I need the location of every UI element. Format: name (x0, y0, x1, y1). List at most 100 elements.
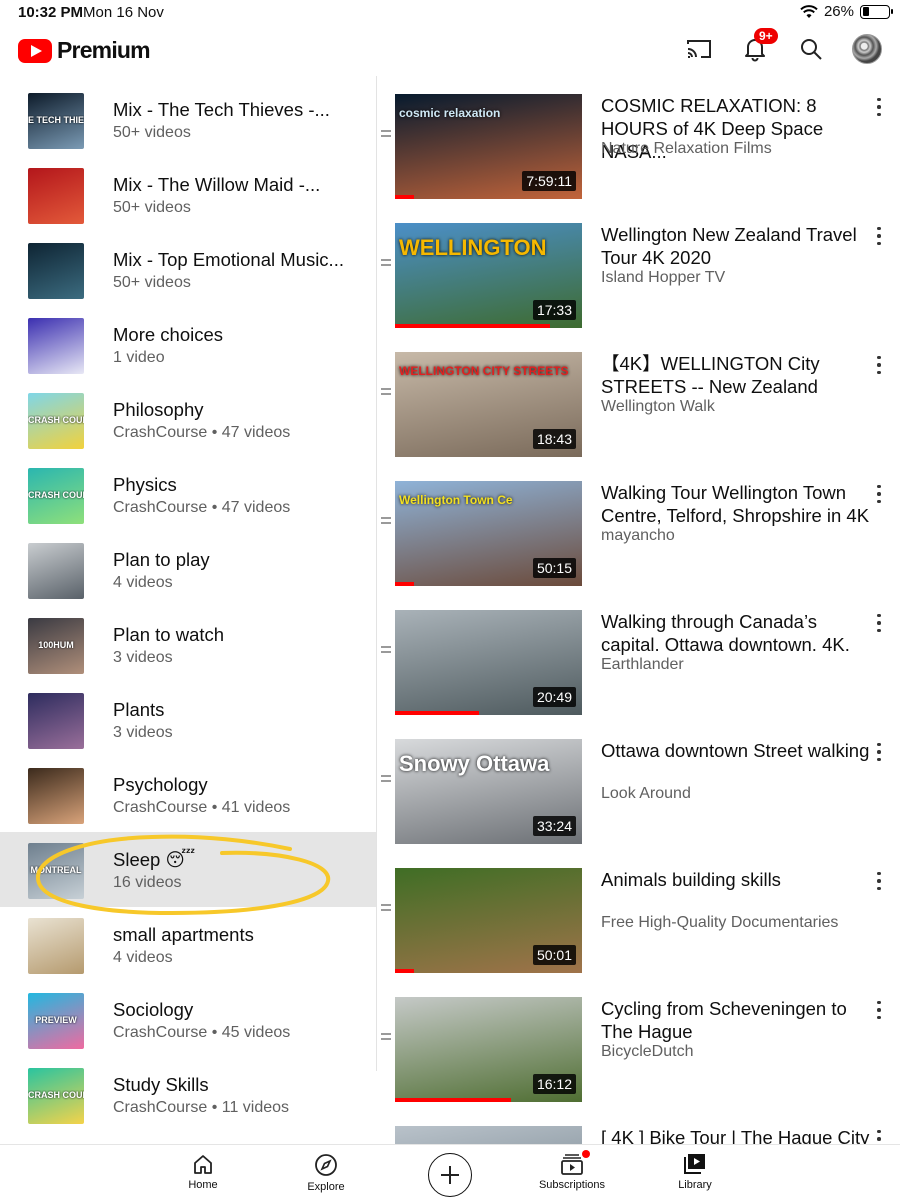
playlist-video-row[interactable]: [ 4K ] Bike Tour | The Hague City (377, 1114, 900, 1144)
video-thumbnail[interactable]: WELLINGTON 17:33 (395, 223, 582, 328)
playlist-item[interactable]: Plan to play 4 videos (0, 532, 376, 607)
search-button[interactable] (796, 34, 826, 64)
playlist-item[interactable]: CRASH COURS Physics CrashCourse • 47 video… (0, 457, 376, 532)
more-options-icon[interactable] (873, 999, 885, 1021)
video-duration: 18:43 (532, 429, 576, 449)
playlist-video-row[interactable]: WELLINGTON 17:33 Wellington New Zealand Tr… (377, 211, 900, 339)
playlist-list: E TECH THIEV Mix - The Tech Thieves -... 5… (0, 82, 376, 1144)
playlist-item[interactable]: More choices 1 video (0, 307, 376, 382)
video-thumbnail[interactable]: 16:12 (395, 997, 582, 1102)
playlist-title: Plan to play (113, 549, 210, 570)
drag-handle-icon[interactable] (381, 130, 391, 137)
nav-home-label: Home (188, 1179, 218, 1191)
video-channel: BicycleDutch (601, 1043, 694, 1060)
nav-explore[interactable]: Explore (276, 1153, 376, 1193)
playlist-thumbnail: E TECH THIEV (28, 93, 84, 149)
more-options-icon[interactable] (873, 741, 885, 763)
playlist-item[interactable]: PREVIEW Sociology CrashCourse • 45 videos (0, 982, 376, 1057)
video-title: Ottawa downtown Street walking (601, 740, 870, 761)
video-duration: 50:01 (532, 945, 576, 965)
playlist-thumbnail-text: CRASH COURSE (28, 1090, 84, 1100)
video-thumbnail[interactable]: 50:01 (395, 868, 582, 973)
playlist-subtitle: 16 videos (113, 874, 182, 891)
watch-progress-bar (395, 324, 551, 328)
more-options-icon[interactable] (873, 96, 885, 118)
playlist-video-row[interactable]: Wellington Town Ce 50:15 Walking Tour Well… (377, 469, 900, 597)
video-duration: 33:24 (532, 816, 576, 836)
video-title: [ 4K ] Bike Tour | The Hague City (601, 1127, 870, 1144)
video-title: Wellington New Zealand Travel Tour 4K 20… (601, 224, 857, 268)
video-thumbnail[interactable]: 20:49 (395, 610, 582, 715)
nav-home[interactable]: Home (153, 1153, 253, 1191)
drag-handle-icon[interactable] (381, 775, 391, 782)
notifications-button[interactable]: 9+ (740, 28, 778, 64)
home-icon (194, 1155, 212, 1174)
playlist-title: More choices (113, 324, 224, 345)
playlist-title: Mix - Top Emotional Music... (113, 249, 344, 270)
library-icon (684, 1154, 705, 1174)
video-channel: mayancho (601, 527, 675, 544)
playlist-item[interactable]: Psychology CrashCourse • 41 videos (0, 757, 376, 832)
drag-handle-icon[interactable] (381, 259, 391, 266)
more-options-icon[interactable] (873, 612, 885, 634)
thumbnail-overlay-text: WELLINGTON (399, 235, 547, 260)
playlist-thumbnail (28, 918, 84, 974)
nav-subscriptions[interactable]: Subscriptions (522, 1150, 622, 1191)
playlist-item[interactable]: E TECH THIEV Mix - The Tech Thieves -... 5… (0, 82, 376, 157)
playlist-title: Sleep 😴 (113, 849, 196, 870)
video-thumbnail[interactable] (395, 1126, 582, 1144)
more-options-icon[interactable] (873, 483, 885, 505)
more-options-icon[interactable] (873, 225, 885, 247)
video-thumbnail[interactable]: WELLINGTON CITY STREETS 18:43 (395, 352, 582, 457)
playlist-item[interactable]: MONTREAL Sleep 😴 16 videos (0, 832, 376, 907)
plus-icon (441, 1166, 459, 1184)
drag-handle-icon[interactable] (381, 388, 391, 395)
playlist-subtitle: CrashCourse • 45 videos (113, 1024, 291, 1041)
drag-handle-icon[interactable] (381, 517, 391, 524)
playlist-item[interactable]: 100HUM Plan to watch 3 videos (0, 607, 376, 682)
status-time: 10:32 PM (18, 4, 84, 21)
playlist-video-row[interactable]: Snowy Ottawa 33:24 Ottawa downtown Street … (377, 727, 900, 855)
video-channel: Island Hopper TV (601, 269, 726, 286)
youtube-play-logo-icon (18, 38, 52, 63)
video-title: Walking through Canada’s capital. Ottawa… (601, 611, 850, 655)
video-channel: Look Around (601, 785, 691, 802)
playlist-video-row[interactable]: 16:12 Cycling from Scheveningen to The Ha… (377, 985, 900, 1113)
thumbnail-overlay-text: WELLINGTON CITY STREETS (399, 364, 569, 378)
compass-icon (315, 1154, 337, 1176)
youtube-premium-logo[interactable]: Premium (18, 37, 151, 64)
nav-create-button[interactable] (428, 1153, 472, 1197)
playlist-item[interactable]: Plants 3 videos (0, 682, 376, 757)
video-thumbnail[interactable]: cosmic relaxation 7:59:11 (395, 94, 582, 199)
playlist-video-row[interactable]: WELLINGTON CITY STREETS 18:43 【4K】WELLINGT… (377, 340, 900, 468)
playlist-item[interactable]: Mix - Top Emotional Music... 50+ videos (0, 232, 376, 307)
more-options-icon[interactable] (873, 870, 885, 892)
account-avatar[interactable] (852, 34, 882, 64)
playlist-item[interactable]: CRASH COURSE Study Skills CrashCourse • 11… (0, 1057, 376, 1132)
drag-handle-icon[interactable] (381, 646, 391, 653)
video-thumbnail[interactable]: Snowy Ottawa 33:24 (395, 739, 582, 844)
playlist-video-row[interactable]: 50:01 Animals building skills Free High-Qu… (377, 856, 900, 984)
playlist-item[interactable]: small apartments 4 videos (0, 907, 376, 982)
nav-library-label: Library (678, 1179, 712, 1191)
playlist-thumbnail-text: E TECH THIEV (28, 115, 84, 125)
drag-handle-icon[interactable] (381, 904, 391, 911)
cast-button[interactable] (684, 34, 714, 64)
playlist-thumbnail (28, 243, 84, 299)
playlist-thumbnail (28, 168, 84, 224)
playlist-item[interactable]: Mix - The Willow Maid -... 50+ videos (0, 157, 376, 232)
playlist-title: Psychology (113, 774, 208, 795)
nav-library[interactable]: Library (645, 1153, 745, 1191)
more-options-icon[interactable] (873, 1128, 885, 1144)
subscriptions-icon (561, 1154, 583, 1175)
playlist-thumbnail-text: 100HUM (38, 640, 74, 650)
video-duration: 16:12 (532, 1074, 576, 1094)
more-options-icon[interactable] (873, 354, 885, 376)
playlist-video-row[interactable]: 20:49 Walking through Canada’s capital. O… (377, 598, 900, 726)
playlist-item[interactable]: CRASH COURSE Philosophy CrashCourse • 47 v… (0, 382, 376, 457)
playlist-video-row[interactable]: cosmic relaxation 7:59:11 COSMIC RELAXATIO… (377, 82, 900, 210)
video-thumbnail[interactable]: Wellington Town Ce 50:15 (395, 481, 582, 586)
battery-icon (860, 4, 893, 19)
drag-handle-icon[interactable] (381, 1033, 391, 1040)
logo-text: Premium (57, 37, 151, 63)
